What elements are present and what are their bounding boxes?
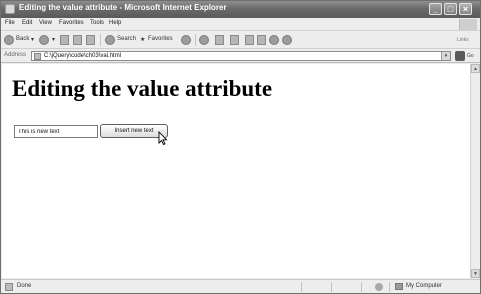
status-divider	[389, 282, 390, 292]
scroll-down-icon[interactable]: ▼	[471, 269, 480, 278]
messenger-icon[interactable]	[269, 35, 279, 45]
status-bar: Done My Computer	[1, 279, 480, 293]
close-button[interactable]: ×	[459, 3, 472, 15]
menu-view[interactable]: View	[39, 20, 52, 26]
status-divider	[331, 282, 332, 292]
computer-icon	[395, 283, 403, 290]
windows-flag-icon	[459, 19, 477, 30]
menu-help[interactable]: Help	[109, 20, 121, 26]
window-title: Editing the value attribute - Microsoft …	[19, 3, 227, 12]
home-icon[interactable]	[86, 35, 95, 45]
status-text: Done	[17, 283, 32, 289]
mail-icon[interactable]	[215, 35, 224, 45]
standard-toolbar: Back ▾ ▾ Search ★ Favorites Links	[1, 31, 480, 49]
address-dropdown-icon[interactable]: ▾	[441, 52, 450, 60]
print-icon[interactable]	[230, 35, 239, 45]
scroll-up-icon[interactable]: ▲	[471, 64, 480, 73]
forward-dropdown-icon[interactable]: ▾	[52, 36, 55, 43]
favorites-label[interactable]: Favorites	[148, 36, 173, 42]
history-icon[interactable]	[199, 35, 209, 45]
star-icon[interactable]: ★	[140, 36, 145, 43]
menu-bar: File Edit View Favorites Tools Help	[1, 18, 480, 31]
go-arrow-icon[interactable]	[455, 51, 465, 61]
close-icon: ×	[462, 4, 469, 14]
edit-icon[interactable]	[245, 35, 254, 45]
maximize-button[interactable]: □	[444, 3, 457, 15]
forward-arrow-icon[interactable]	[39, 35, 49, 45]
page-icon	[34, 53, 41, 60]
toolbar-divider	[100, 34, 101, 46]
links-label[interactable]: Links	[457, 37, 469, 43]
page-heading: Editing the value attribute	[12, 76, 273, 101]
address-input[interactable]: C:\jQuery\code\ch03\val.html ▾	[31, 51, 451, 61]
stop-icon[interactable]	[60, 35, 69, 45]
toolbar-divider	[195, 34, 196, 46]
zone-label: My Computer	[406, 283, 443, 289]
ie-icon	[5, 4, 15, 14]
browser-window: Editing the value attribute - Microsoft …	[0, 0, 481, 294]
discuss-icon[interactable]	[257, 35, 266, 45]
refresh-icon[interactable]	[73, 35, 82, 45]
media-icon[interactable]	[181, 35, 191, 45]
address-label: Address	[4, 52, 27, 58]
go-button[interactable]: Go	[467, 53, 474, 59]
status-divider	[301, 282, 302, 292]
address-bar: Address C:\jQuery\code\ch03\val.html ▾ G…	[1, 49, 480, 63]
back-dropdown-icon[interactable]: ▾	[31, 36, 34, 43]
menu-favorites[interactable]: Favorites	[59, 20, 84, 26]
title-bar[interactable]: Editing the value attribute - Microsoft …	[1, 1, 480, 18]
mouse-pointer-icon	[158, 131, 168, 145]
maximize-icon: □	[447, 4, 454, 14]
search-icon[interactable]	[105, 35, 115, 45]
research-icon[interactable]	[282, 35, 292, 45]
ie-page-icon	[5, 283, 13, 291]
back-arrow-icon[interactable]	[4, 35, 14, 45]
search-label[interactable]: Search	[117, 36, 136, 42]
text-field[interactable]	[14, 125, 98, 138]
back-label[interactable]: Back	[16, 36, 29, 42]
menu-edit[interactable]: Edit	[22, 20, 32, 26]
status-divider	[361, 282, 362, 292]
minimize-icon: _	[432, 4, 438, 14]
minimize-button[interactable]: _	[429, 3, 442, 15]
address-url[interactable]: C:\jQuery\code\ch03\val.html	[44, 53, 121, 59]
menu-tools[interactable]: Tools	[90, 20, 104, 26]
page-content: Editing the value attribute Insert new t…	[2, 64, 470, 278]
menu-file[interactable]: File	[5, 20, 15, 26]
vertical-scrollbar[interactable]: ▲ ▼	[470, 64, 480, 278]
security-icon	[375, 283, 383, 291]
